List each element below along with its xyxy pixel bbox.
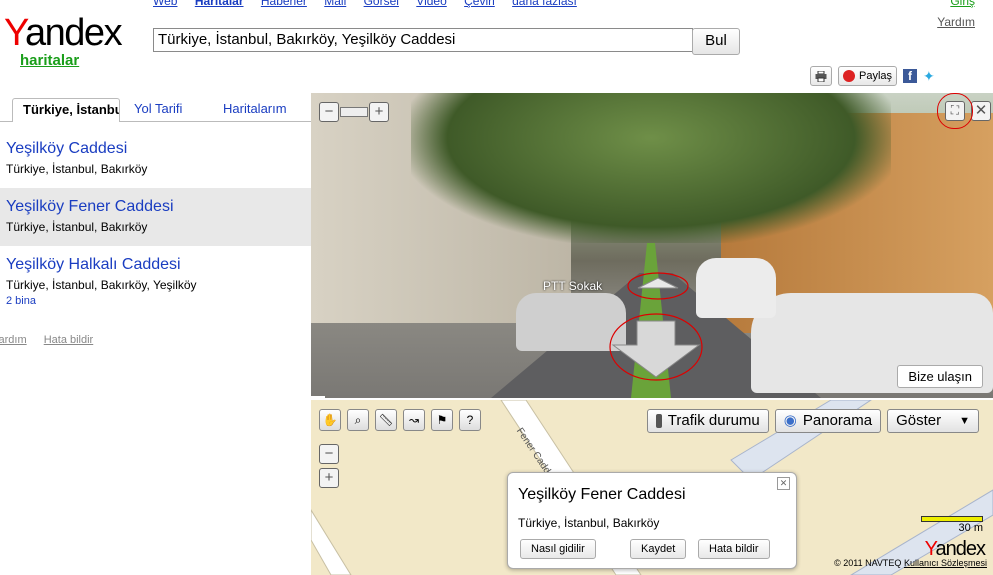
yandex-logo[interactable]: Yandex haritalar	[4, 12, 123, 69]
panorama-street-label: PTT Sokak	[543, 279, 603, 293]
map-scale: 30 m	[921, 516, 983, 534]
help-link-left[interactable]: Yardım	[0, 334, 27, 346]
share-icon	[843, 70, 855, 82]
share-label: Paylaş	[859, 70, 893, 82]
zoom-area-icon[interactable]: ⌕	[347, 409, 369, 431]
panorama-button[interactable]: ◉ Panorama	[774, 409, 882, 433]
search-input[interactable]: Türkiye, İstanbul, Bakırköy, Yeşilköy Ca…	[153, 28, 693, 52]
left-tabs: Türkiye, İstanbul Yol Tarifi Haritalarım	[0, 95, 311, 122]
search-button[interactable]: Bul	[692, 28, 740, 55]
scale-label: 30 m	[958, 522, 983, 534]
street-panorama[interactable]: PTT Sokak − + ⛶ ✕ Bize ulaşın	[311, 93, 993, 398]
panorama-tools: ⛶ ✕	[937, 93, 991, 129]
route-icon[interactable]: ↝	[403, 409, 425, 431]
traffic-light-icon	[655, 414, 662, 428]
logo-letter: Y	[4, 12, 27, 54]
result-buildings-link[interactable]: 2 bina	[6, 295, 311, 307]
map-view[interactable]: Fener Caddesi ✋ ⌕ 📏︎ ↝ ⚑ ? − + Trafik du…	[311, 400, 993, 575]
result-title[interactable]: Yeşilköy Fener Caddesi	[6, 198, 311, 216]
close-icon[interactable]: ✕	[777, 477, 790, 490]
login-link[interactable]: Giriş	[950, 0, 975, 8]
search-result[interactable]: Yeşilköy Halkalı Caddesi Türkiye, İstanb…	[0, 246, 311, 316]
backward-arrow[interactable]	[607, 311, 705, 383]
map-toolbar: ✋ ⌕ 📏︎ ↝ ⚑ ?	[319, 409, 481, 431]
nav-mail[interactable]: Mail	[324, 0, 346, 8]
popup-address: Türkiye, İstanbul, Bakırköy	[518, 516, 660, 530]
panorama-zoom: − +	[319, 102, 389, 122]
nav-web[interactable]: Web	[153, 0, 177, 8]
share-bar: Paylaş f ✦	[810, 66, 939, 86]
result-address: Türkiye, İstanbul, Bakırköy	[6, 220, 148, 234]
result-title[interactable]: Yeşilköy Caddesi	[6, 140, 311, 158]
map-zoom: − +	[319, 444, 339, 488]
top-navigation: Web Haritalar Haberler Mail Görsel Video…	[153, 0, 591, 8]
save-button[interactable]: Kaydet	[630, 539, 687, 559]
nav-video[interactable]: Video	[416, 0, 446, 8]
forward-arrow[interactable]	[626, 271, 690, 301]
zoom-out-button[interactable]: −	[319, 102, 339, 122]
chevron-down-icon: ▼	[959, 415, 970, 427]
tab-location[interactable]: Türkiye, İstanbul	[12, 98, 120, 122]
nav-images[interactable]: Görsel	[364, 0, 399, 8]
contact-us-button[interactable]: Bize ulaşın	[897, 365, 983, 388]
print-button[interactable]	[810, 66, 832, 86]
what-here-icon[interactable]: ?	[459, 409, 481, 431]
printer-icon	[815, 70, 827, 82]
hand-tool-icon[interactable]: ✋	[319, 409, 341, 431]
result-address: Türkiye, İstanbul, Bakırköy	[6, 162, 148, 176]
report-error-button[interactable]: Hata bildir	[698, 539, 770, 559]
terms-link[interactable]: Kullanıcı Sözleşmesi	[904, 558, 987, 568]
left-footer-links: Yardım Hata bildir	[0, 334, 107, 346]
fullscreen-button[interactable]: ⛶	[937, 93, 973, 129]
nav-news[interactable]: Haberler	[261, 0, 307, 8]
copyright-text: © 2011 NAVTEQ	[834, 558, 902, 568]
traffic-button[interactable]: Trafik durumu	[646, 409, 769, 433]
add-placemark-icon[interactable]: ⚑	[431, 409, 453, 431]
panorama-icon: ◉	[783, 412, 797, 429]
tree-canopy	[411, 93, 891, 243]
facebook-icon[interactable]: f	[903, 69, 918, 83]
map-zoom-in-button[interactable]: +	[319, 468, 339, 488]
popup-title: Yeşilköy Fener Caddesi	[518, 486, 686, 503]
tab-directions[interactable]: Yol Tarifi	[134, 98, 182, 120]
panorama-label: Panorama	[802, 412, 873, 429]
nav-translate[interactable]: Çeviri	[464, 0, 495, 8]
help-link[interactable]: Yardım	[937, 15, 975, 29]
copyright: © 2011 NAVTEQ Kullanıcı Sözleşmesi	[834, 558, 987, 568]
info-popup: Yeşilköy Fener Caddesi Türkiye, İstanbul…	[507, 472, 797, 569]
nav-more[interactable]: daha fazlası	[512, 0, 577, 8]
logo-service-link[interactable]: haritalar	[20, 52, 114, 69]
directions-button[interactable]: Nasıl gidilir	[520, 539, 596, 559]
show-label: Göster	[896, 412, 942, 429]
ruler-icon[interactable]: 📏︎	[375, 409, 397, 431]
show-dropdown[interactable]: Göster ▼	[887, 409, 979, 433]
traffic-label: Trafik durumu	[667, 412, 760, 429]
search-result[interactable]: Yeşilköy Caddesi Türkiye, İstanbul, Bakı…	[0, 130, 311, 186]
tab-my-maps[interactable]: Haritalarım	[223, 98, 287, 120]
twitter-icon[interactable]: ✦	[923, 69, 939, 83]
logo-text: andex	[25, 12, 123, 54]
result-address: Türkiye, İstanbul, Bakırköy, Yeşilköy	[6, 278, 197, 292]
map-layer-buttons: Trafik durumu ◉ Panorama Göster ▼	[646, 409, 979, 433]
nav-maps[interactable]: Haritalar	[195, 0, 244, 8]
map-zoom-out-button[interactable]: −	[319, 444, 339, 464]
search-result-selected[interactable]: Yeşilköy Fener Caddesi Türkiye, İstanbul…	[0, 188, 311, 246]
highlight-circle	[937, 93, 973, 129]
share-button[interactable]: Paylaş	[838, 66, 898, 86]
close-icon[interactable]: ✕	[971, 101, 991, 121]
result-title[interactable]: Yeşilköy Halkalı Caddesi	[6, 256, 311, 274]
zoom-in-button[interactable]: +	[369, 102, 389, 122]
parked-car-right-2	[696, 258, 776, 318]
report-error-link[interactable]: Hata bildir	[44, 334, 94, 346]
zoom-slider[interactable]	[340, 107, 368, 117]
